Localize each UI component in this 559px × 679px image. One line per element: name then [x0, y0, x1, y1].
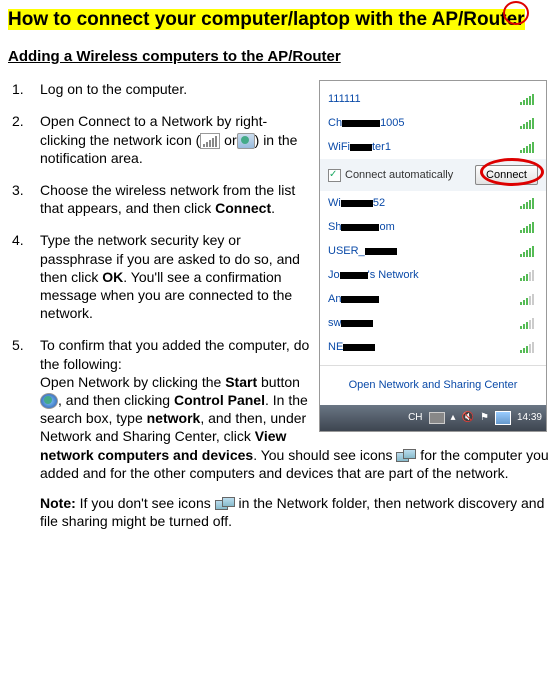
auto-connect-checkbox[interactable]	[328, 169, 341, 182]
step-2: Open Connect to a Network by right-click…	[8, 112, 551, 167]
computer-icon	[215, 497, 235, 511]
section-heading: Adding a Wireless computers to the AP/Ro…	[8, 47, 551, 67]
wifi-signal-icon	[200, 133, 220, 149]
computer-icon	[396, 449, 416, 463]
page-title: How to connect your computer/laptop with…	[8, 8, 551, 33]
steps-list: Log on to the computer. Open Connect to …	[8, 80, 551, 530]
step-5: To confirm that you added the computer, …	[8, 336, 551, 530]
step-3: Choose the wireless network from the lis…	[8, 181, 551, 217]
note-block: Note: If you don't see icons in the Netw…	[40, 494, 551, 530]
start-orb-icon	[40, 393, 58, 409]
step-4: Type the network security key or passphr…	[8, 231, 551, 322]
globe-network-icon	[237, 133, 255, 149]
step-1: Log on to the computer.	[8, 80, 551, 98]
